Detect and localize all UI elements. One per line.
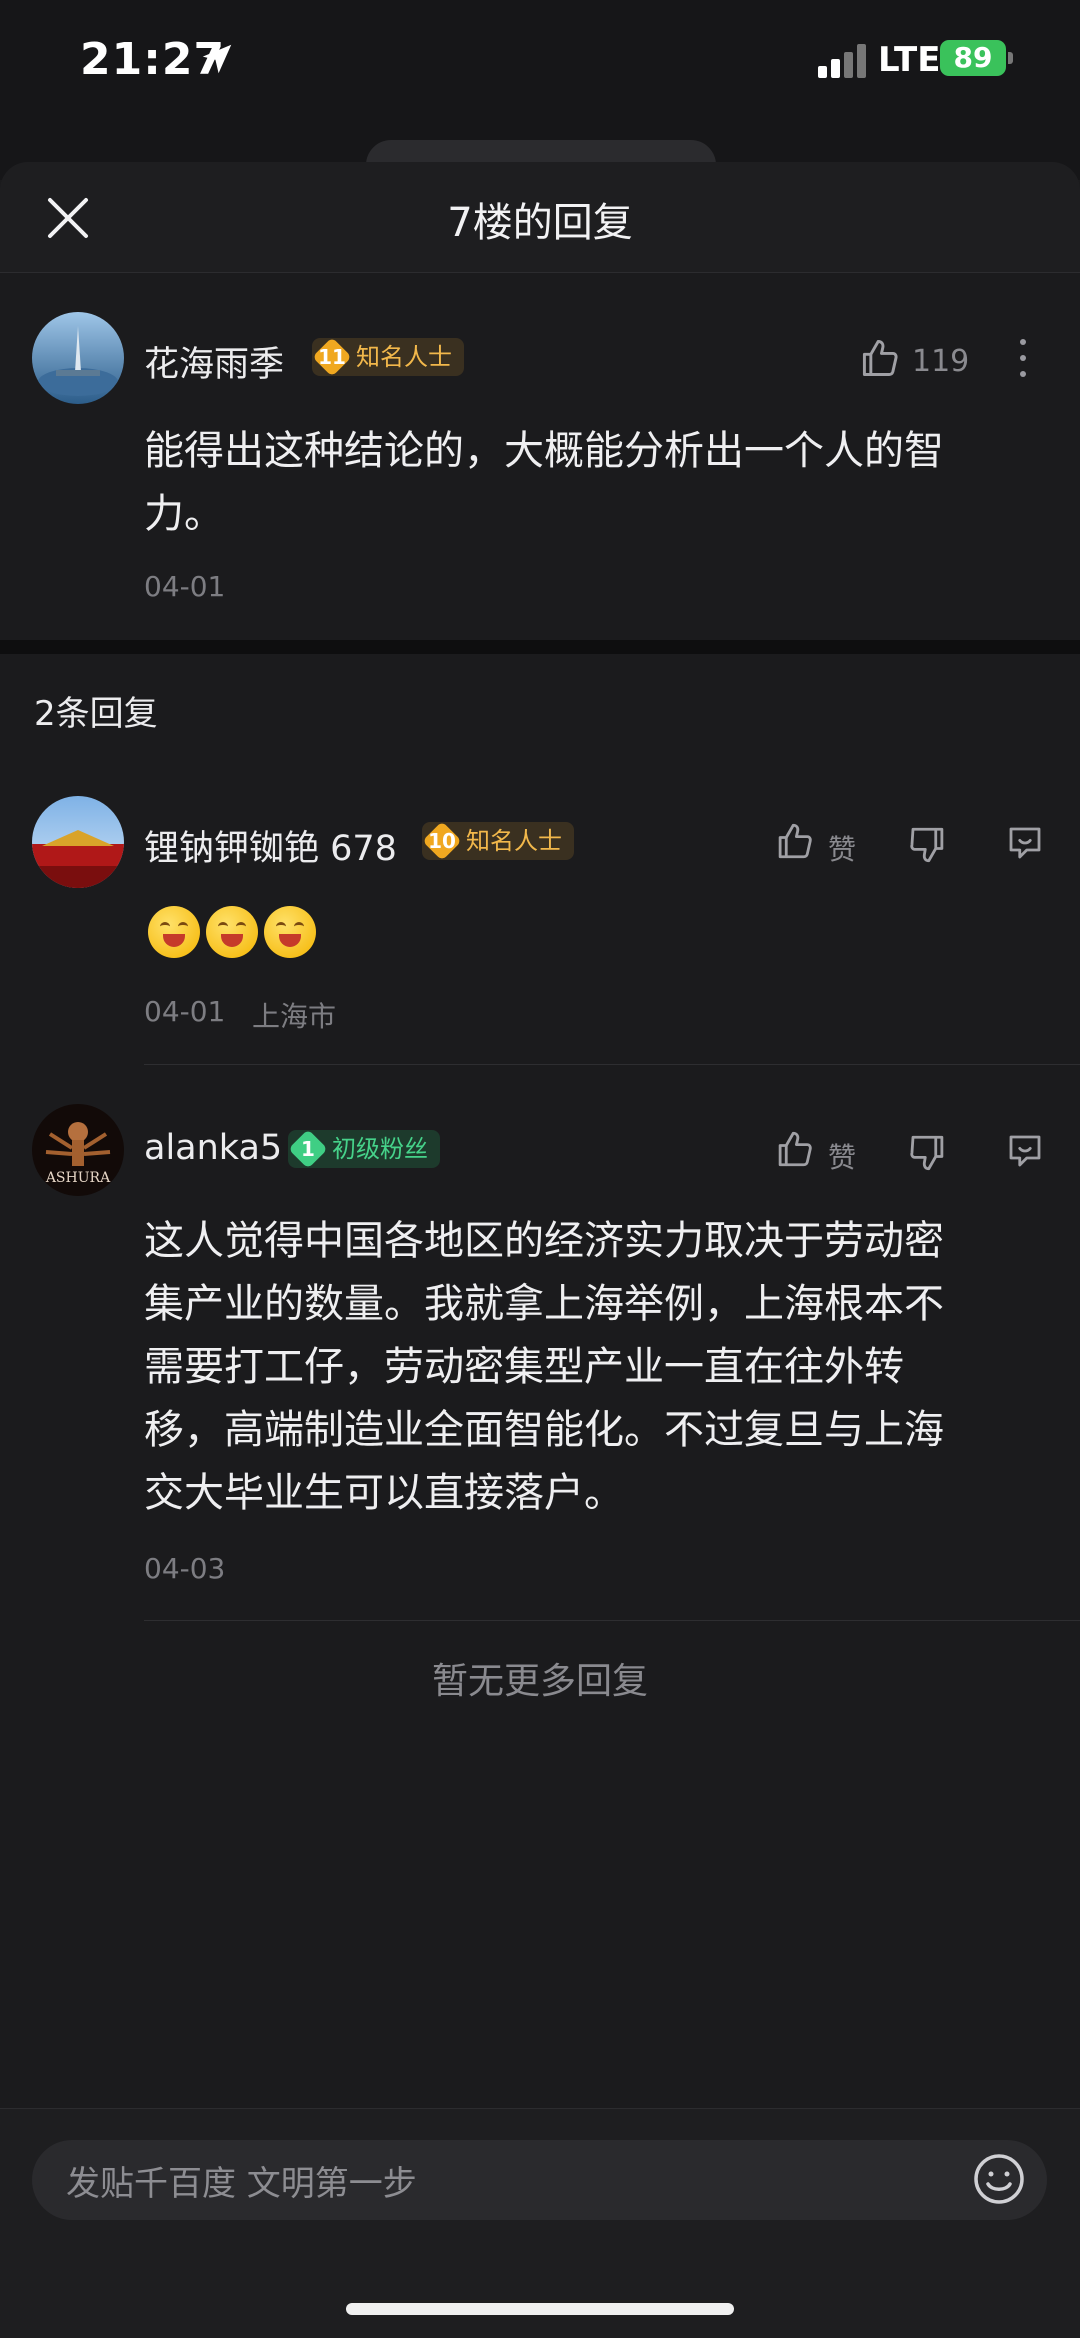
like-count: 119 <box>912 344 970 379</box>
thumbs-up-icon[interactable] <box>774 820 816 862</box>
reply-date: 04-01 <box>144 995 226 1028</box>
reply-divider <box>144 1620 1080 1621</box>
thumbs-down-icon[interactable] <box>906 824 948 866</box>
reply-comment-icon[interactable] <box>1004 1130 1046 1172</box>
reply-input-placeholder[interactable]: 发贴千百度 文明第一步 <box>66 2156 417 2205</box>
reply-text-line: 这人觉得中国各地区的经济实力取决于劳动密 <box>144 1218 944 1264</box>
level-number: 10 <box>422 821 462 861</box>
section-divider <box>0 640 1080 654</box>
reply-text-line: 需要打工仔，劳动密集型产业一直在往外转 <box>144 1344 904 1390</box>
reply-location: 上海市 <box>252 1000 337 1033</box>
comment-text-line: 力。 <box>144 491 224 537</box>
svg-text:ASHURA: ASHURA <box>45 1170 111 1186</box>
badge-label: 初级粉丝 <box>332 1135 428 1163</box>
location-arrow-icon <box>202 44 232 74</box>
no-more-replies: 暂无更多回复 <box>431 1661 648 1702</box>
badge-label: 知名人士 <box>356 343 452 371</box>
reply-date: 04-03 <box>144 1552 226 1585</box>
avatar[interactable] <box>32 796 124 888</box>
reply-comment-icon[interactable] <box>1004 822 1046 864</box>
reply-divider <box>144 1064 1080 1065</box>
thumbs-down-icon[interactable] <box>906 1132 948 1174</box>
avatar-palace-image <box>32 796 124 888</box>
battery-tip <box>1008 52 1013 64</box>
replies-count-header: 2条回复 <box>34 694 158 734</box>
more-options-icon[interactable] <box>1016 336 1030 380</box>
avatar[interactable] <box>32 312 124 404</box>
emoji-icon[interactable] <box>972 2152 1026 2206</box>
reply-text-line: 交大毕业生可以直接落户。 <box>144 1470 624 1516</box>
like-label[interactable]: 赞 <box>828 828 856 868</box>
laugh-emoji <box>148 906 200 958</box>
battery-indicator: 89 <box>940 40 1006 76</box>
avatar-ashura-image: ASHURA <box>32 1104 124 1196</box>
comment-date: 04-01 <box>144 570 226 603</box>
thumbs-up-icon[interactable] <box>774 1128 816 1170</box>
like-label[interactable]: 赞 <box>828 1136 856 1176</box>
reply-text-line: 集产业的数量。我就拿上海举例，上海根本不 <box>144 1281 944 1327</box>
comment-text-line: 能得出这种结论的，大概能分析出一个人的智 <box>144 428 944 474</box>
level-badge: 11 知名人士 <box>312 337 464 377</box>
level-badge: 1 初级粉丝 <box>288 1129 440 1169</box>
home-indicator[interactable] <box>346 2303 734 2315</box>
username[interactable]: 锂钠钾铷铯 678 <box>144 820 397 871</box>
sheet-title: 7楼的回复 <box>447 200 633 246</box>
cellular-signal-icon <box>818 44 866 78</box>
level-badge: 10 知名人士 <box>422 821 574 861</box>
username[interactable]: 花海雨季 <box>144 336 284 387</box>
username[interactable]: alanka5 <box>144 1128 282 1168</box>
thumbs-up-icon[interactable] <box>858 336 902 380</box>
level-number: 1 <box>288 1129 328 1169</box>
reply-text-line: 移，高端制造业全面智能化。不过复旦与上海 <box>144 1407 944 1453</box>
level-number: 11 <box>312 337 352 377</box>
avatar[interactable]: ASHURA <box>32 1104 124 1196</box>
laugh-emoji <box>206 906 258 958</box>
badge-label: 知名人士 <box>466 827 562 855</box>
avatar-city-image <box>32 312 124 404</box>
laugh-emoji <box>264 906 316 958</box>
network-type: LTE <box>878 40 941 80</box>
